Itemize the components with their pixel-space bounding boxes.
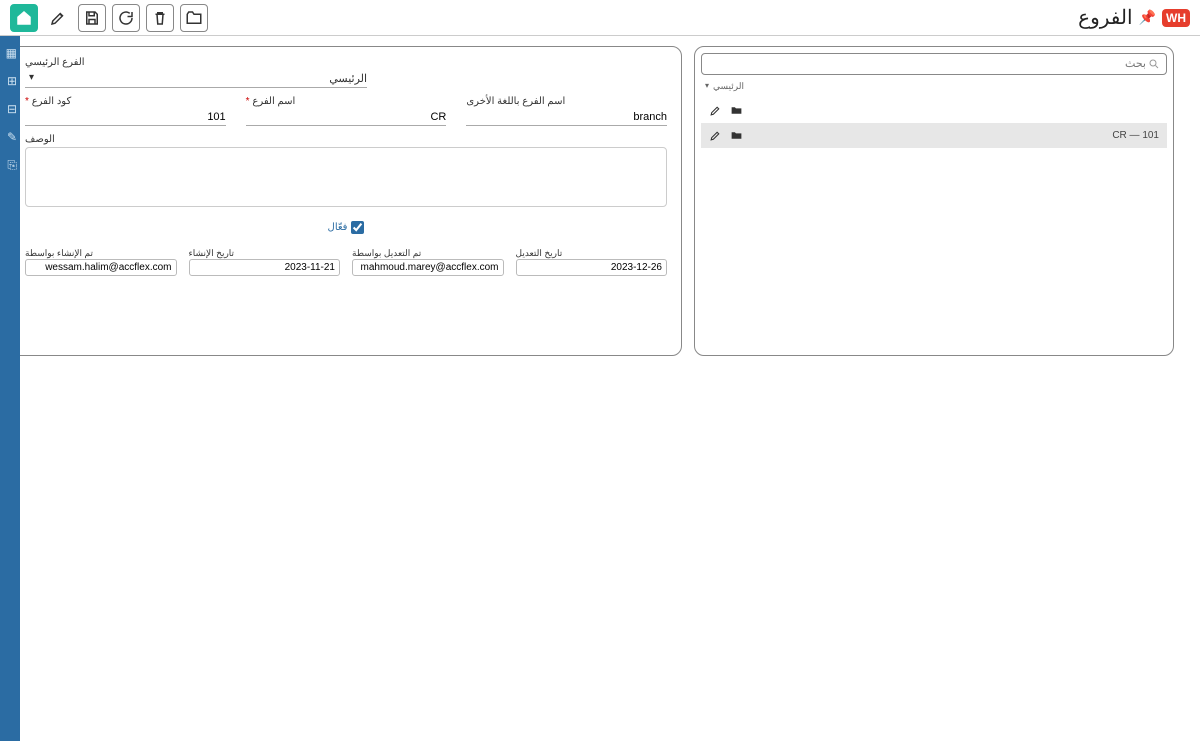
app-logo: WH (1162, 9, 1190, 27)
caret-down-icon: ▾ (705, 81, 709, 92)
form-panel: الفرع الرئيسي الرئيسي كود الفرع * اسم ال… (10, 46, 682, 356)
created-by-label: تم الإنشاء بواسطة (25, 248, 93, 259)
edit-icon[interactable] (709, 129, 722, 142)
pin-icon: 📌 (1139, 9, 1156, 26)
side-rail: ▦ ⊞ ⊟ ✎ ⎘ (0, 36, 20, 741)
folder-add-icon[interactable] (730, 104, 743, 117)
description-label: الوصف (25, 134, 55, 145)
rail-icon-3[interactable]: ⊟ (3, 102, 17, 116)
page-title: الفروع (1078, 5, 1132, 30)
search-bar (701, 53, 1167, 75)
branch-code-label: كود الفرع * (25, 96, 71, 107)
modified-at-value (516, 259, 668, 276)
active-label: فعّال (328, 222, 348, 233)
save-button[interactable] (78, 4, 106, 32)
created-at-label: تاريخ الإنشاء (189, 248, 235, 259)
rail-icon-5[interactable]: ⎘ (3, 158, 17, 172)
home-button[interactable] (10, 4, 38, 32)
created-at-value (189, 259, 341, 276)
open-button[interactable] (180, 4, 208, 32)
branch-code-input[interactable] (25, 109, 226, 126)
branch-name-input[interactable] (246, 109, 447, 126)
branch-name-en-label: اسم الفرع باللغة الأخرى (466, 96, 565, 107)
tree-panel: ▾ الرئيسي CR — 101 (694, 46, 1174, 356)
rail-icon-4[interactable]: ✎ (3, 130, 17, 144)
modified-by-value (352, 259, 504, 276)
tree-root[interactable]: ▾ الرئيسي (701, 79, 1167, 94)
branch-name-label: اسم الفرع * (246, 96, 296, 107)
edit-icon[interactable] (709, 104, 722, 117)
branch-name-en-input[interactable] (466, 109, 667, 126)
modified-at-label: تاريخ التعديل (516, 248, 563, 259)
edit-button[interactable] (44, 4, 72, 32)
search-input[interactable] (708, 56, 1148, 72)
tree-row[interactable] (701, 98, 1167, 123)
refresh-button[interactable] (112, 4, 140, 32)
parent-branch-select[interactable]: الرئيسي (25, 70, 367, 88)
search-icon (1148, 58, 1160, 70)
header-toolbar: WH 📌 الفروع (0, 0, 1200, 36)
parent-branch-label: الفرع الرئيسي (25, 57, 85, 68)
created-by-value (25, 259, 177, 276)
rail-icon-2[interactable]: ⊞ (3, 74, 17, 88)
rail-icon-1[interactable]: ▦ (3, 46, 17, 60)
delete-button[interactable] (146, 4, 174, 32)
modified-by-label: تم التعديل بواسطة (352, 248, 421, 259)
folder-add-icon[interactable] (730, 129, 743, 142)
active-checkbox[interactable] (351, 221, 364, 234)
tree-row[interactable]: CR — 101 (701, 123, 1167, 148)
description-textarea[interactable] (25, 147, 667, 207)
